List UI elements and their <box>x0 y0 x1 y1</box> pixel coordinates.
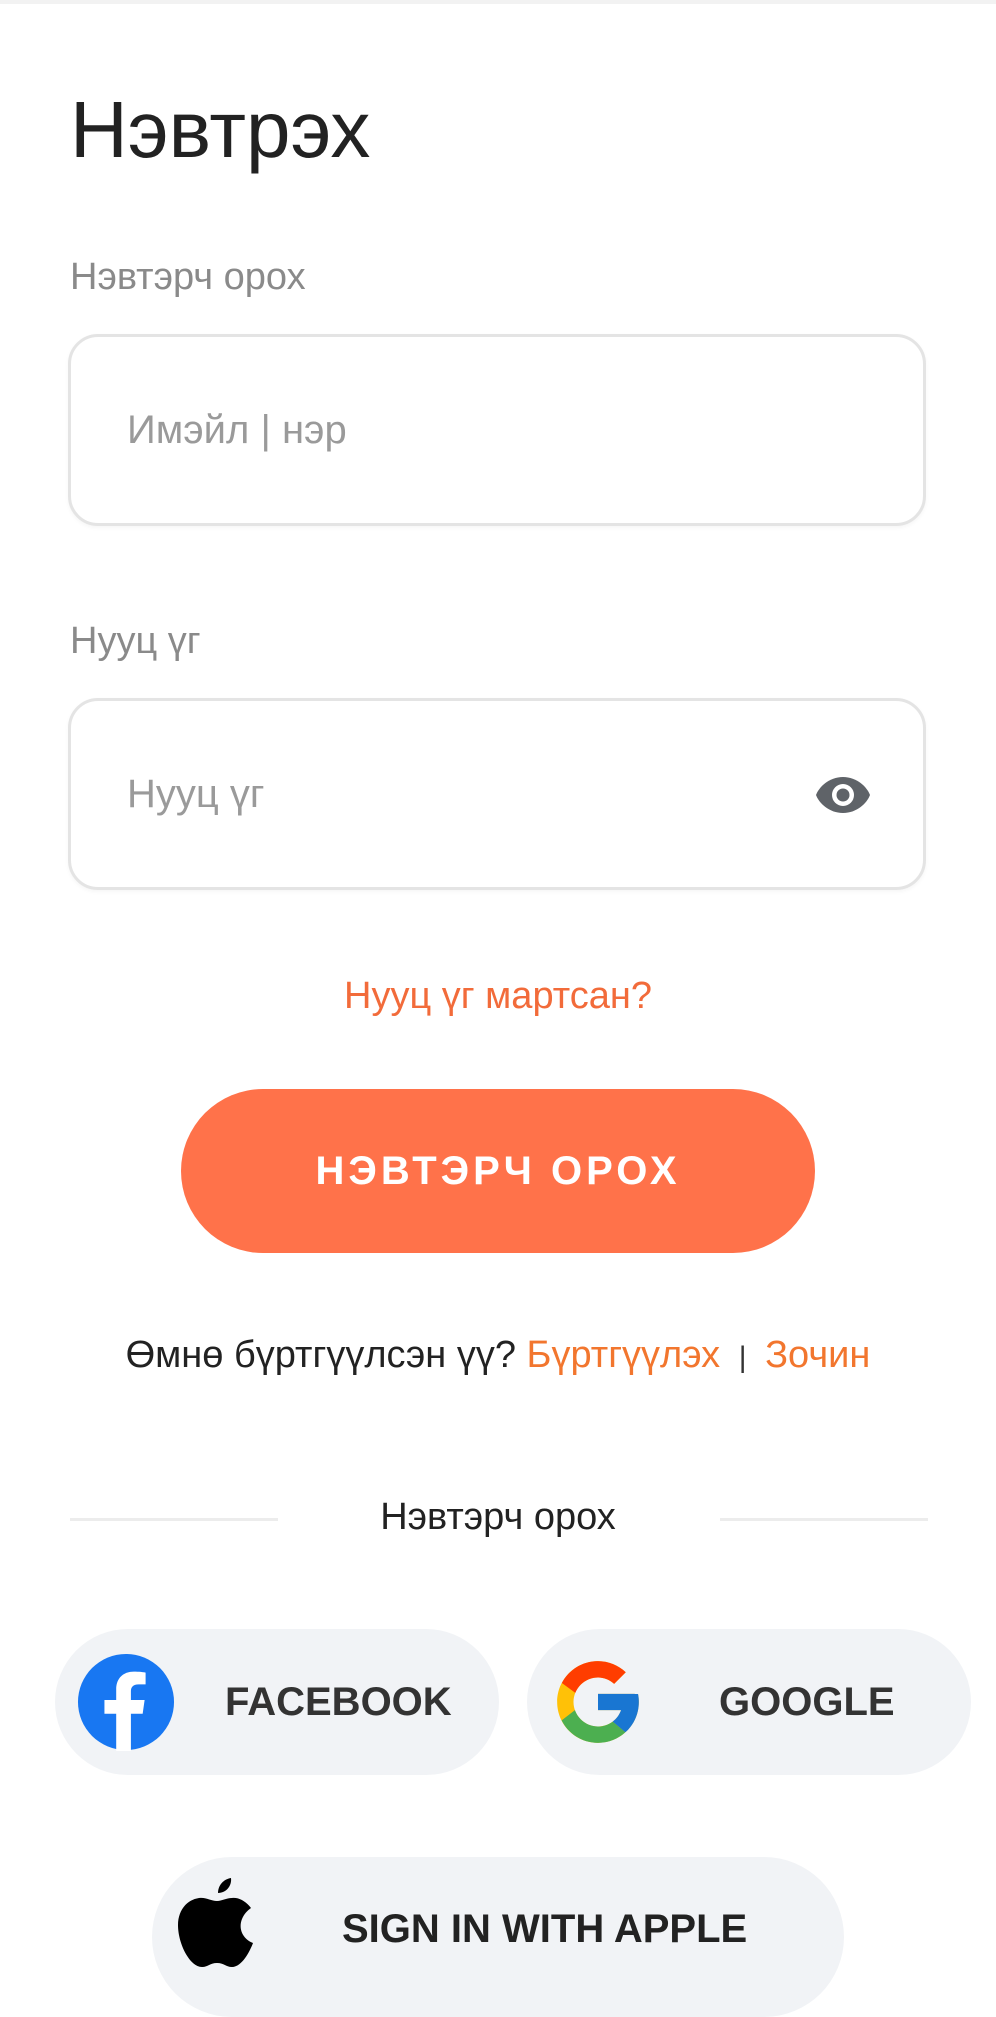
apple-icon <box>178 1878 253 1967</box>
username-input[interactable] <box>127 337 787 523</box>
password-field-container <box>68 698 926 890</box>
username-field-container <box>68 334 926 526</box>
page-title: Нэвтрэх <box>70 85 371 174</box>
login-button[interactable]: НЭВТЭРЧ ОРОХ <box>181 1089 815 1253</box>
register-prompt: Өмнө бүртгүүлсэн үү? <box>125 1334 516 1376</box>
facebook-button[interactable]: FACEBOOK <box>55 1629 499 1775</box>
register-link[interactable]: Бүртгүүлэх <box>527 1334 721 1376</box>
username-label: Нэвтэрч орох <box>70 256 306 298</box>
eye-icon[interactable] <box>815 775 871 815</box>
facebook-icon <box>77 1653 175 1751</box>
password-input[interactable] <box>127 701 787 887</box>
status-bar-divider <box>0 0 996 4</box>
google-button-label: GOOGLE <box>719 1680 895 1724</box>
guest-link[interactable]: Зочин <box>765 1334 870 1376</box>
google-icon <box>557 1661 639 1743</box>
link-separator: | <box>738 1341 747 1374</box>
forgot-password-link[interactable]: Нууц үг мартсан? <box>0 975 996 1018</box>
apple-button-label: SIGN IN WITH APPLE <box>342 1907 748 1951</box>
facebook-button-label: FACEBOOK <box>225 1680 452 1724</box>
register-row: Өмнө бүртгүүлсэн үү? Бүртгүүлэх | Зочин <box>0 1334 996 1377</box>
password-label: Нууц үг <box>70 620 201 662</box>
divider-line-right <box>720 1518 928 1521</box>
google-button[interactable]: GOOGLE <box>527 1629 971 1775</box>
apple-sign-in-button[interactable]: SIGN IN WITH APPLE <box>152 1857 844 2017</box>
